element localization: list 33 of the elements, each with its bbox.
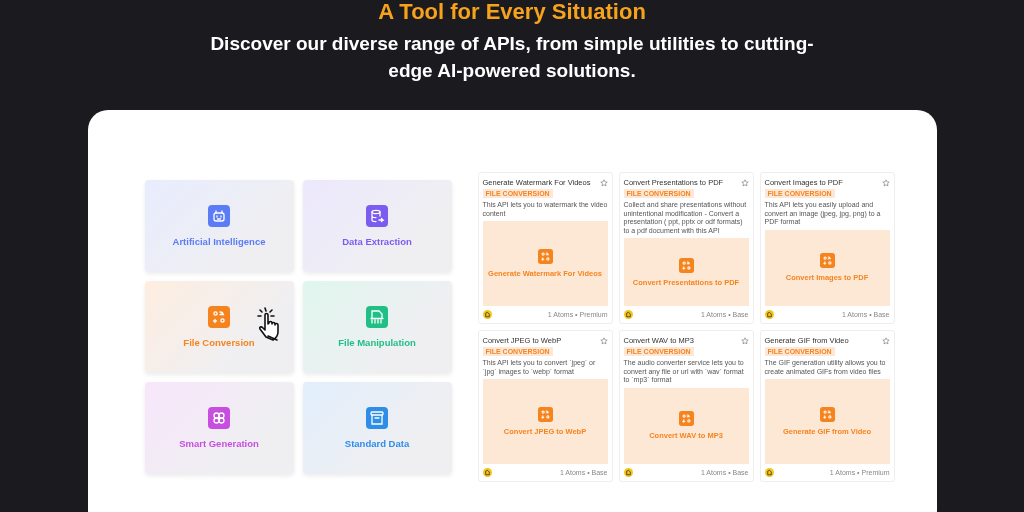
convert-icon bbox=[537, 249, 553, 264]
convert-icon bbox=[678, 257, 694, 273]
star-icon[interactable] bbox=[740, 178, 749, 187]
star-icon[interactable] bbox=[599, 178, 608, 187]
category-card[interactable]: Smart Generation bbox=[144, 382, 294, 474]
category-card[interactable]: Data Extraction bbox=[302, 180, 452, 272]
category-card[interactable]: File Conversion bbox=[144, 281, 294, 373]
category-label: File Manipulation bbox=[338, 337, 416, 348]
section-subheading: Discover our diverse range of APIs, from simple utilities to cutting-edge AI-powered solutions. bbox=[209, 32, 815, 83]
api-card[interactable] bbox=[618, 172, 754, 324]
category-card[interactable]: File Manipulation bbox=[302, 281, 452, 373]
provider-logo-icon bbox=[764, 310, 774, 319]
star-icon[interactable] bbox=[599, 336, 608, 345]
category-card[interactable]: Artificial Intelligence bbox=[144, 180, 294, 272]
convert-icon bbox=[819, 253, 835, 269]
category-label: Artificial Intelligence bbox=[172, 236, 266, 247]
provider-logo-icon bbox=[482, 468, 492, 477]
provider-logo-icon bbox=[623, 468, 633, 477]
category-label: Data Extraction bbox=[342, 236, 412, 247]
star-icon[interactable] bbox=[740, 336, 749, 345]
category-card[interactable]: Standard Data bbox=[302, 382, 452, 474]
category-label: Smart Generation bbox=[179, 438, 259, 449]
provider-logo-icon bbox=[623, 310, 633, 319]
category-label: File Conversion bbox=[183, 337, 255, 348]
convert-icon bbox=[819, 407, 835, 422]
category-label: Standard Data bbox=[344, 438, 410, 449]
provider-logo-icon bbox=[764, 468, 774, 477]
section-heading: A Tool for Every Situation bbox=[378, 0, 646, 24]
convert-icon bbox=[537, 407, 553, 422]
convert-icon bbox=[678, 411, 694, 427]
star-icon[interactable] bbox=[881, 178, 890, 187]
provider-logo-icon bbox=[482, 310, 492, 319]
star-icon[interactable] bbox=[881, 336, 890, 345]
